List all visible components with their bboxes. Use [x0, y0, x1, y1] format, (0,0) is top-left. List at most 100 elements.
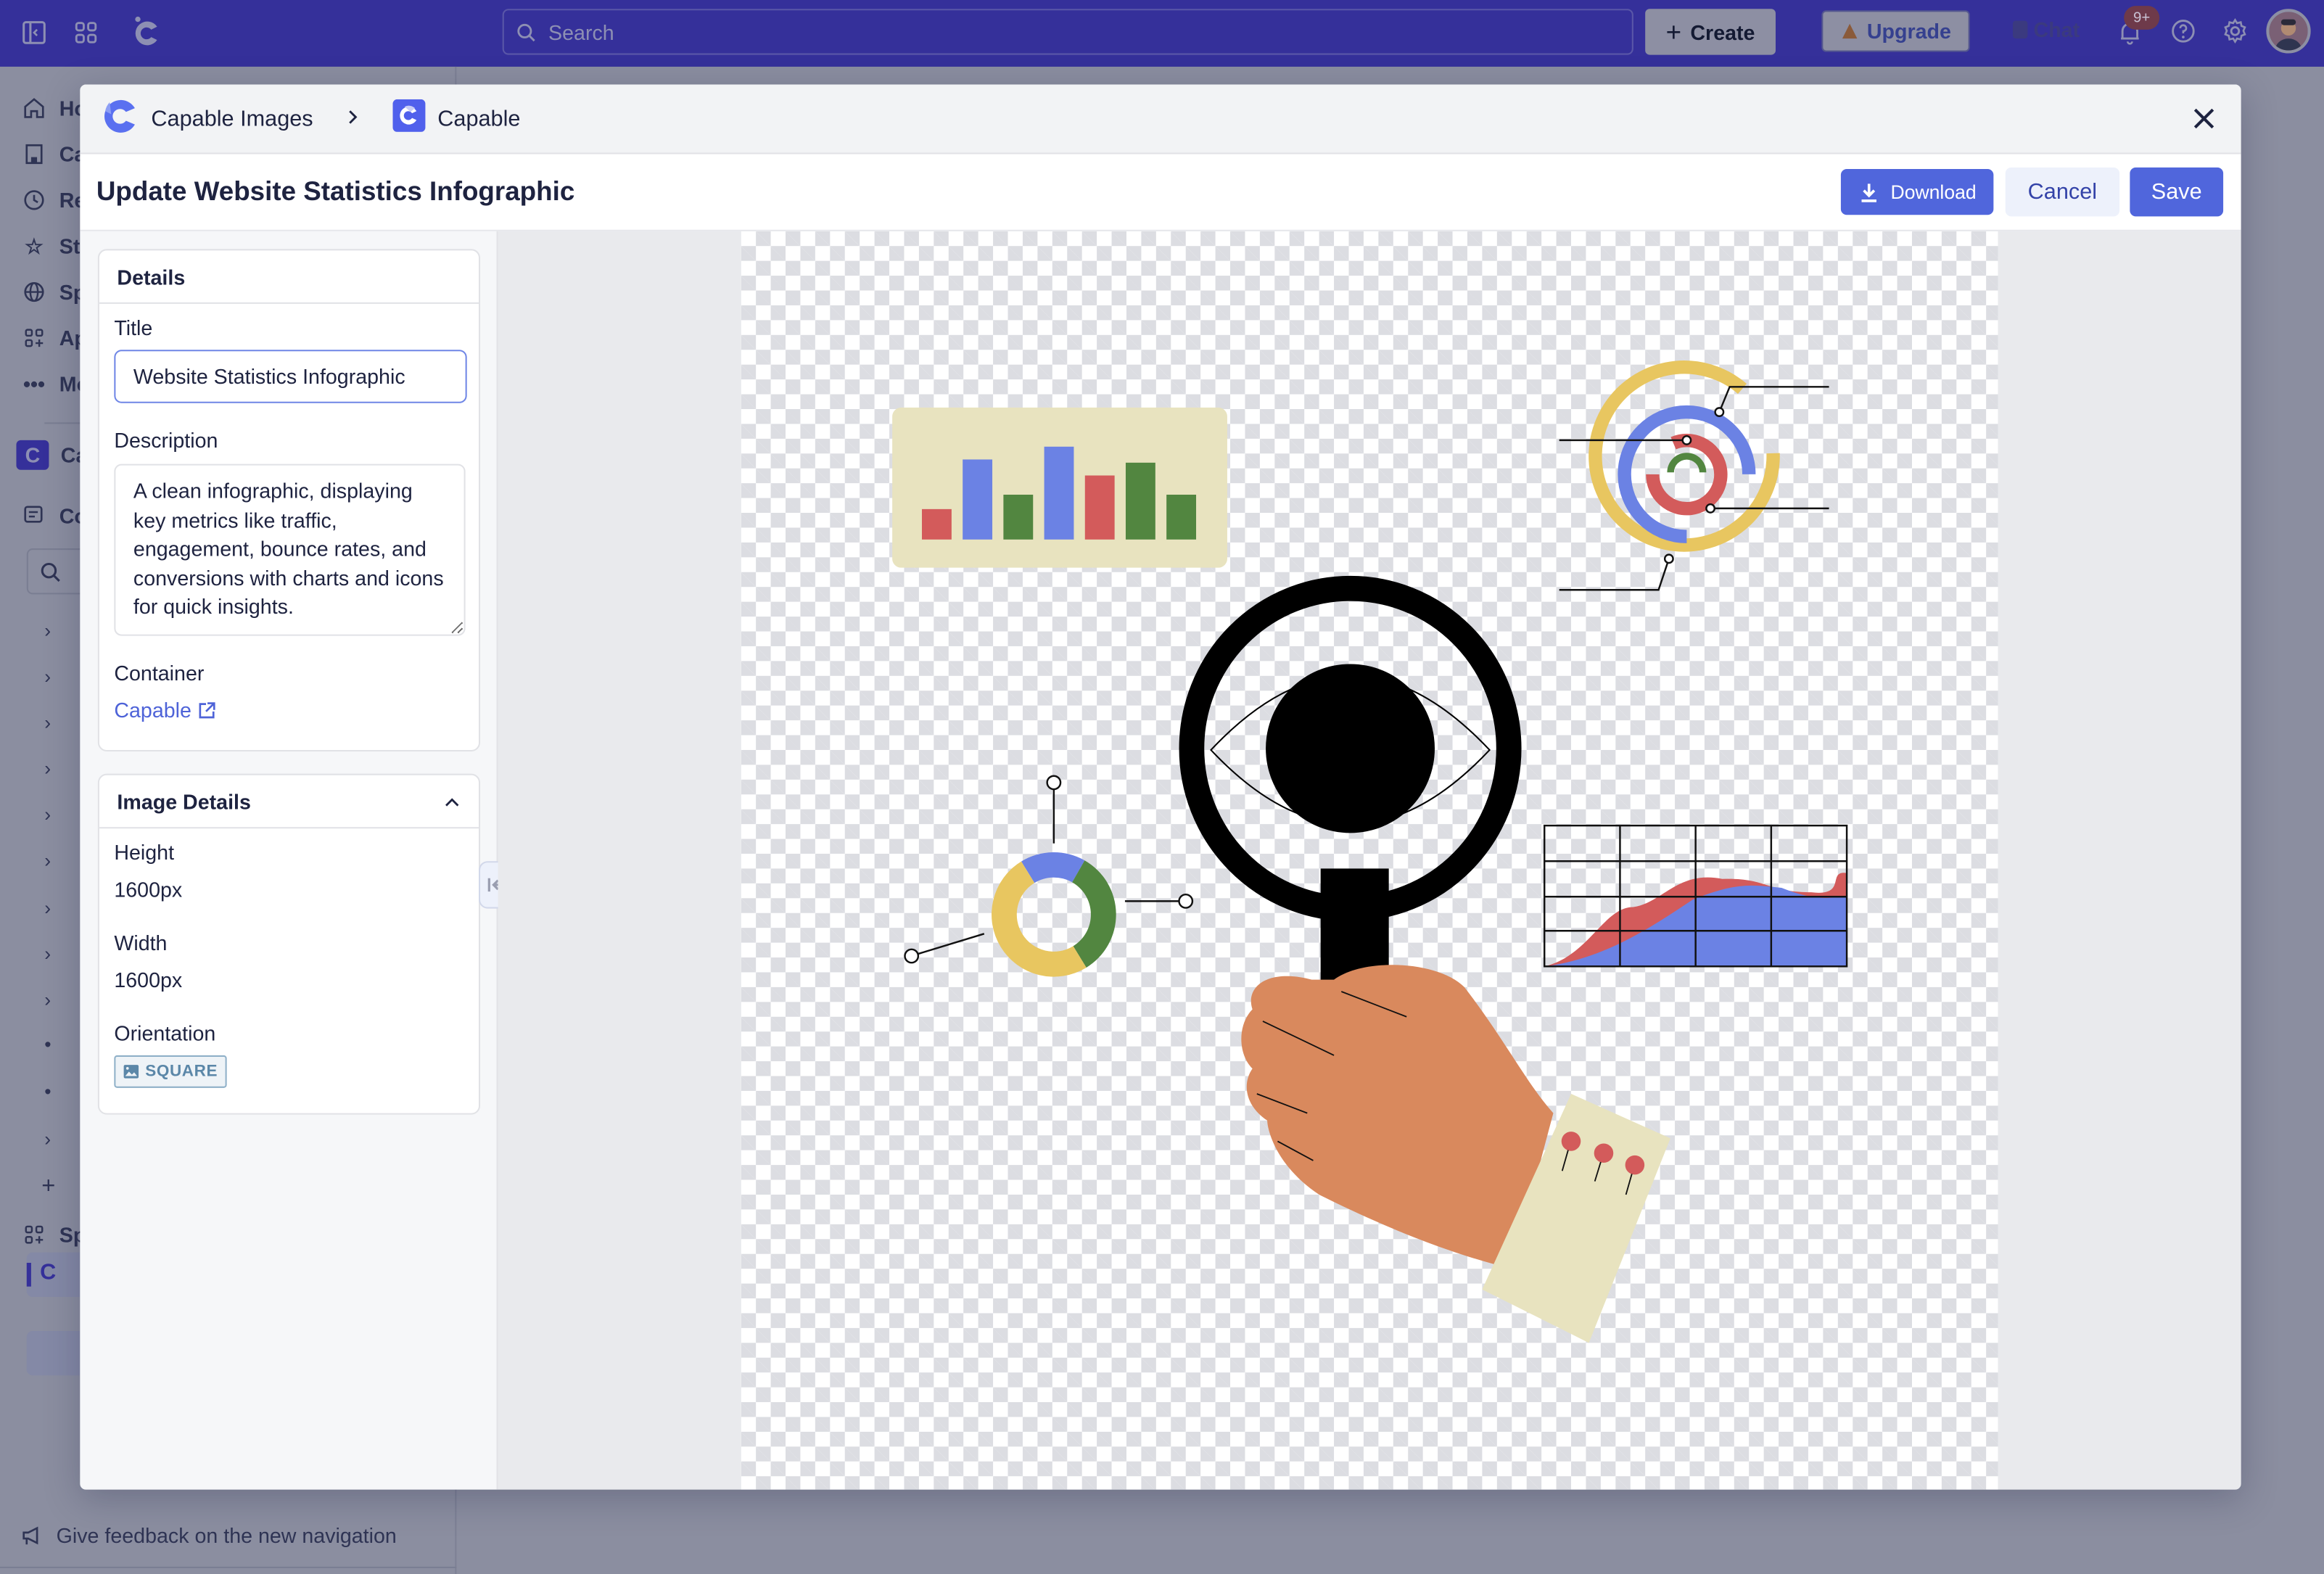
- star-icon: ☆: [25, 233, 44, 257]
- image-details-card: Image Details Height 1600px Width 1600px…: [97, 773, 481, 1115]
- warning-icon: [1842, 23, 1857, 39]
- chat-icon: [2012, 20, 2028, 39]
- sidebar-toggle-icon[interactable]: [20, 18, 49, 48]
- help-icon[interactable]: [2170, 18, 2200, 48]
- image-details-heading[interactable]: Image Details: [99, 775, 479, 829]
- callout-dot: [1178, 893, 1194, 909]
- title-input[interactable]: [114, 350, 467, 403]
- close-modal-button[interactable]: [2188, 102, 2220, 135]
- save-button[interactable]: Save: [2130, 167, 2224, 217]
- bar-chart-bar: [1166, 495, 1197, 540]
- external-link-icon: [199, 701, 215, 718]
- width-label: Width: [114, 931, 168, 955]
- tree-expand-chevron[interactable]: ›: [44, 665, 51, 688]
- orientation-value: SQUARE: [145, 1063, 218, 1081]
- details-heading: Details: [99, 250, 479, 304]
- tree-expand-chevron[interactable]: ›: [44, 804, 51, 826]
- tree-expand-chevron[interactable]: ›: [44, 712, 51, 734]
- selected-indicator: [26, 1262, 31, 1287]
- user-avatar[interactable]: [2266, 9, 2311, 54]
- give-feedback-link[interactable]: Give feedback on the new navigation: [21, 1524, 397, 1547]
- hand-shape: [1241, 965, 1554, 1269]
- home-icon: [21, 95, 48, 122]
- upgrade-label: Upgrade: [1866, 19, 1951, 44]
- notifications-count-badge: 9+: [2124, 6, 2160, 30]
- infographic-artwork: [892, 360, 1848, 1343]
- apps-add-icon: [21, 325, 48, 352]
- eye-pupil: [1266, 664, 1435, 833]
- cancel-button[interactable]: Cancel: [2005, 167, 2120, 217]
- tree-bullet: •: [44, 1033, 51, 1055]
- breadcrumb-item-capable-images[interactable]: Capable Images: [151, 106, 313, 131]
- tree-bullet: •: [44, 1080, 51, 1103]
- capable-space-logo-icon: [392, 99, 426, 138]
- add-content-icon[interactable]: +: [41, 1174, 55, 1200]
- capable-logo-icon[interactable]: [131, 15, 163, 50]
- breadcrumb: Capable Images Capable: [101, 96, 520, 141]
- building-icon: [21, 141, 48, 168]
- create-button[interactable]: + Create: [1645, 9, 1776, 55]
- details-heading-text: Details: [117, 264, 186, 289]
- area-chart-illustration: [1543, 824, 1848, 968]
- details-panel: Details Title Description A clean infogr…: [80, 231, 498, 1490]
- donut-chart-illustration: [904, 775, 1194, 977]
- top-app-bar: Search + Create Upgrade Chat 9+: [0, 0, 2324, 67]
- download-button[interactable]: Download: [1840, 168, 1994, 215]
- callout-dot: [904, 948, 920, 964]
- search-icon: [41, 561, 60, 582]
- image-details-heading-text: Image Details: [117, 789, 251, 813]
- cancel-label: Cancel: [2027, 179, 2098, 205]
- tree-expand-chevron[interactable]: ›: [44, 943, 51, 965]
- update-image-modal: Capable Images Capable Update Website St…: [80, 84, 2241, 1490]
- magnifying-glass-illustration: [1179, 575, 1522, 1002]
- container-link[interactable]: Capable: [114, 698, 216, 722]
- tree-expand-chevron[interactable]: ›: [44, 989, 51, 1011]
- chat-button[interactable]: Chat: [2012, 17, 2080, 42]
- tree-expand-chevron[interactable]: ›: [44, 619, 51, 642]
- chevron-up-icon[interactable]: [443, 795, 461, 807]
- bar-chart-bar: [1003, 495, 1034, 540]
- ring-red: [1646, 434, 1728, 516]
- ring-blue: [1618, 405, 1756, 543]
- height-label: Height: [114, 840, 175, 865]
- donut-segment: [1072, 860, 1116, 968]
- orientation-badge: SQUARE: [114, 1055, 227, 1088]
- save-label: Save: [2151, 179, 2202, 205]
- image-preview-area: [498, 231, 2241, 1490]
- page-title: Update Website Statistics Infographic: [96, 176, 575, 207]
- clock-icon: [21, 186, 48, 213]
- callout-dot: [1046, 775, 1062, 791]
- orientation-label: Orientation: [114, 1021, 216, 1045]
- chat-label: Chat: [2033, 17, 2080, 42]
- tree-expand-chevron[interactable]: ›: [44, 757, 51, 780]
- tree-expand-chevron[interactable]: ›: [44, 897, 51, 919]
- callout-line: [915, 933, 985, 956]
- bar-chart-bar: [1084, 475, 1115, 540]
- global-search-input[interactable]: Search: [502, 9, 1633, 55]
- upgrade-button[interactable]: Upgrade: [1821, 10, 1970, 52]
- image-preview: [741, 231, 1998, 1490]
- create-label: Create: [1690, 20, 1755, 44]
- capable-images-logo-icon: C: [40, 1259, 57, 1285]
- app-switcher-icon[interactable]: [71, 18, 101, 48]
- tree-expand-chevron[interactable]: ›: [44, 1128, 51, 1150]
- space-logo-icon: C: [16, 440, 49, 470]
- search-placeholder: Search: [548, 20, 614, 44]
- search-icon: [517, 22, 535, 41]
- tree-expand-chevron[interactable]: ›: [44, 849, 51, 872]
- bar-chart-bar: [963, 459, 993, 540]
- content-icon: [21, 503, 48, 530]
- megaphone-icon: [22, 1526, 38, 1545]
- width-value: 1600px: [114, 968, 183, 992]
- callout-dot: [1663, 553, 1674, 564]
- container-label: Container: [114, 661, 205, 685]
- bar-chart-illustration: [892, 407, 1227, 568]
- feedback-divider: [0, 1566, 457, 1568]
- height-value: 1600px: [114, 877, 183, 902]
- callout-dot: [1705, 503, 1716, 514]
- breadcrumb-item-capable[interactable]: Capable: [437, 106, 520, 131]
- description-textarea[interactable]: A clean infographic, displaying key metr…: [114, 463, 466, 636]
- download-icon: [1861, 183, 1876, 202]
- callout-dot: [1714, 407, 1725, 418]
- settings-gear-icon[interactable]: [2222, 18, 2251, 48]
